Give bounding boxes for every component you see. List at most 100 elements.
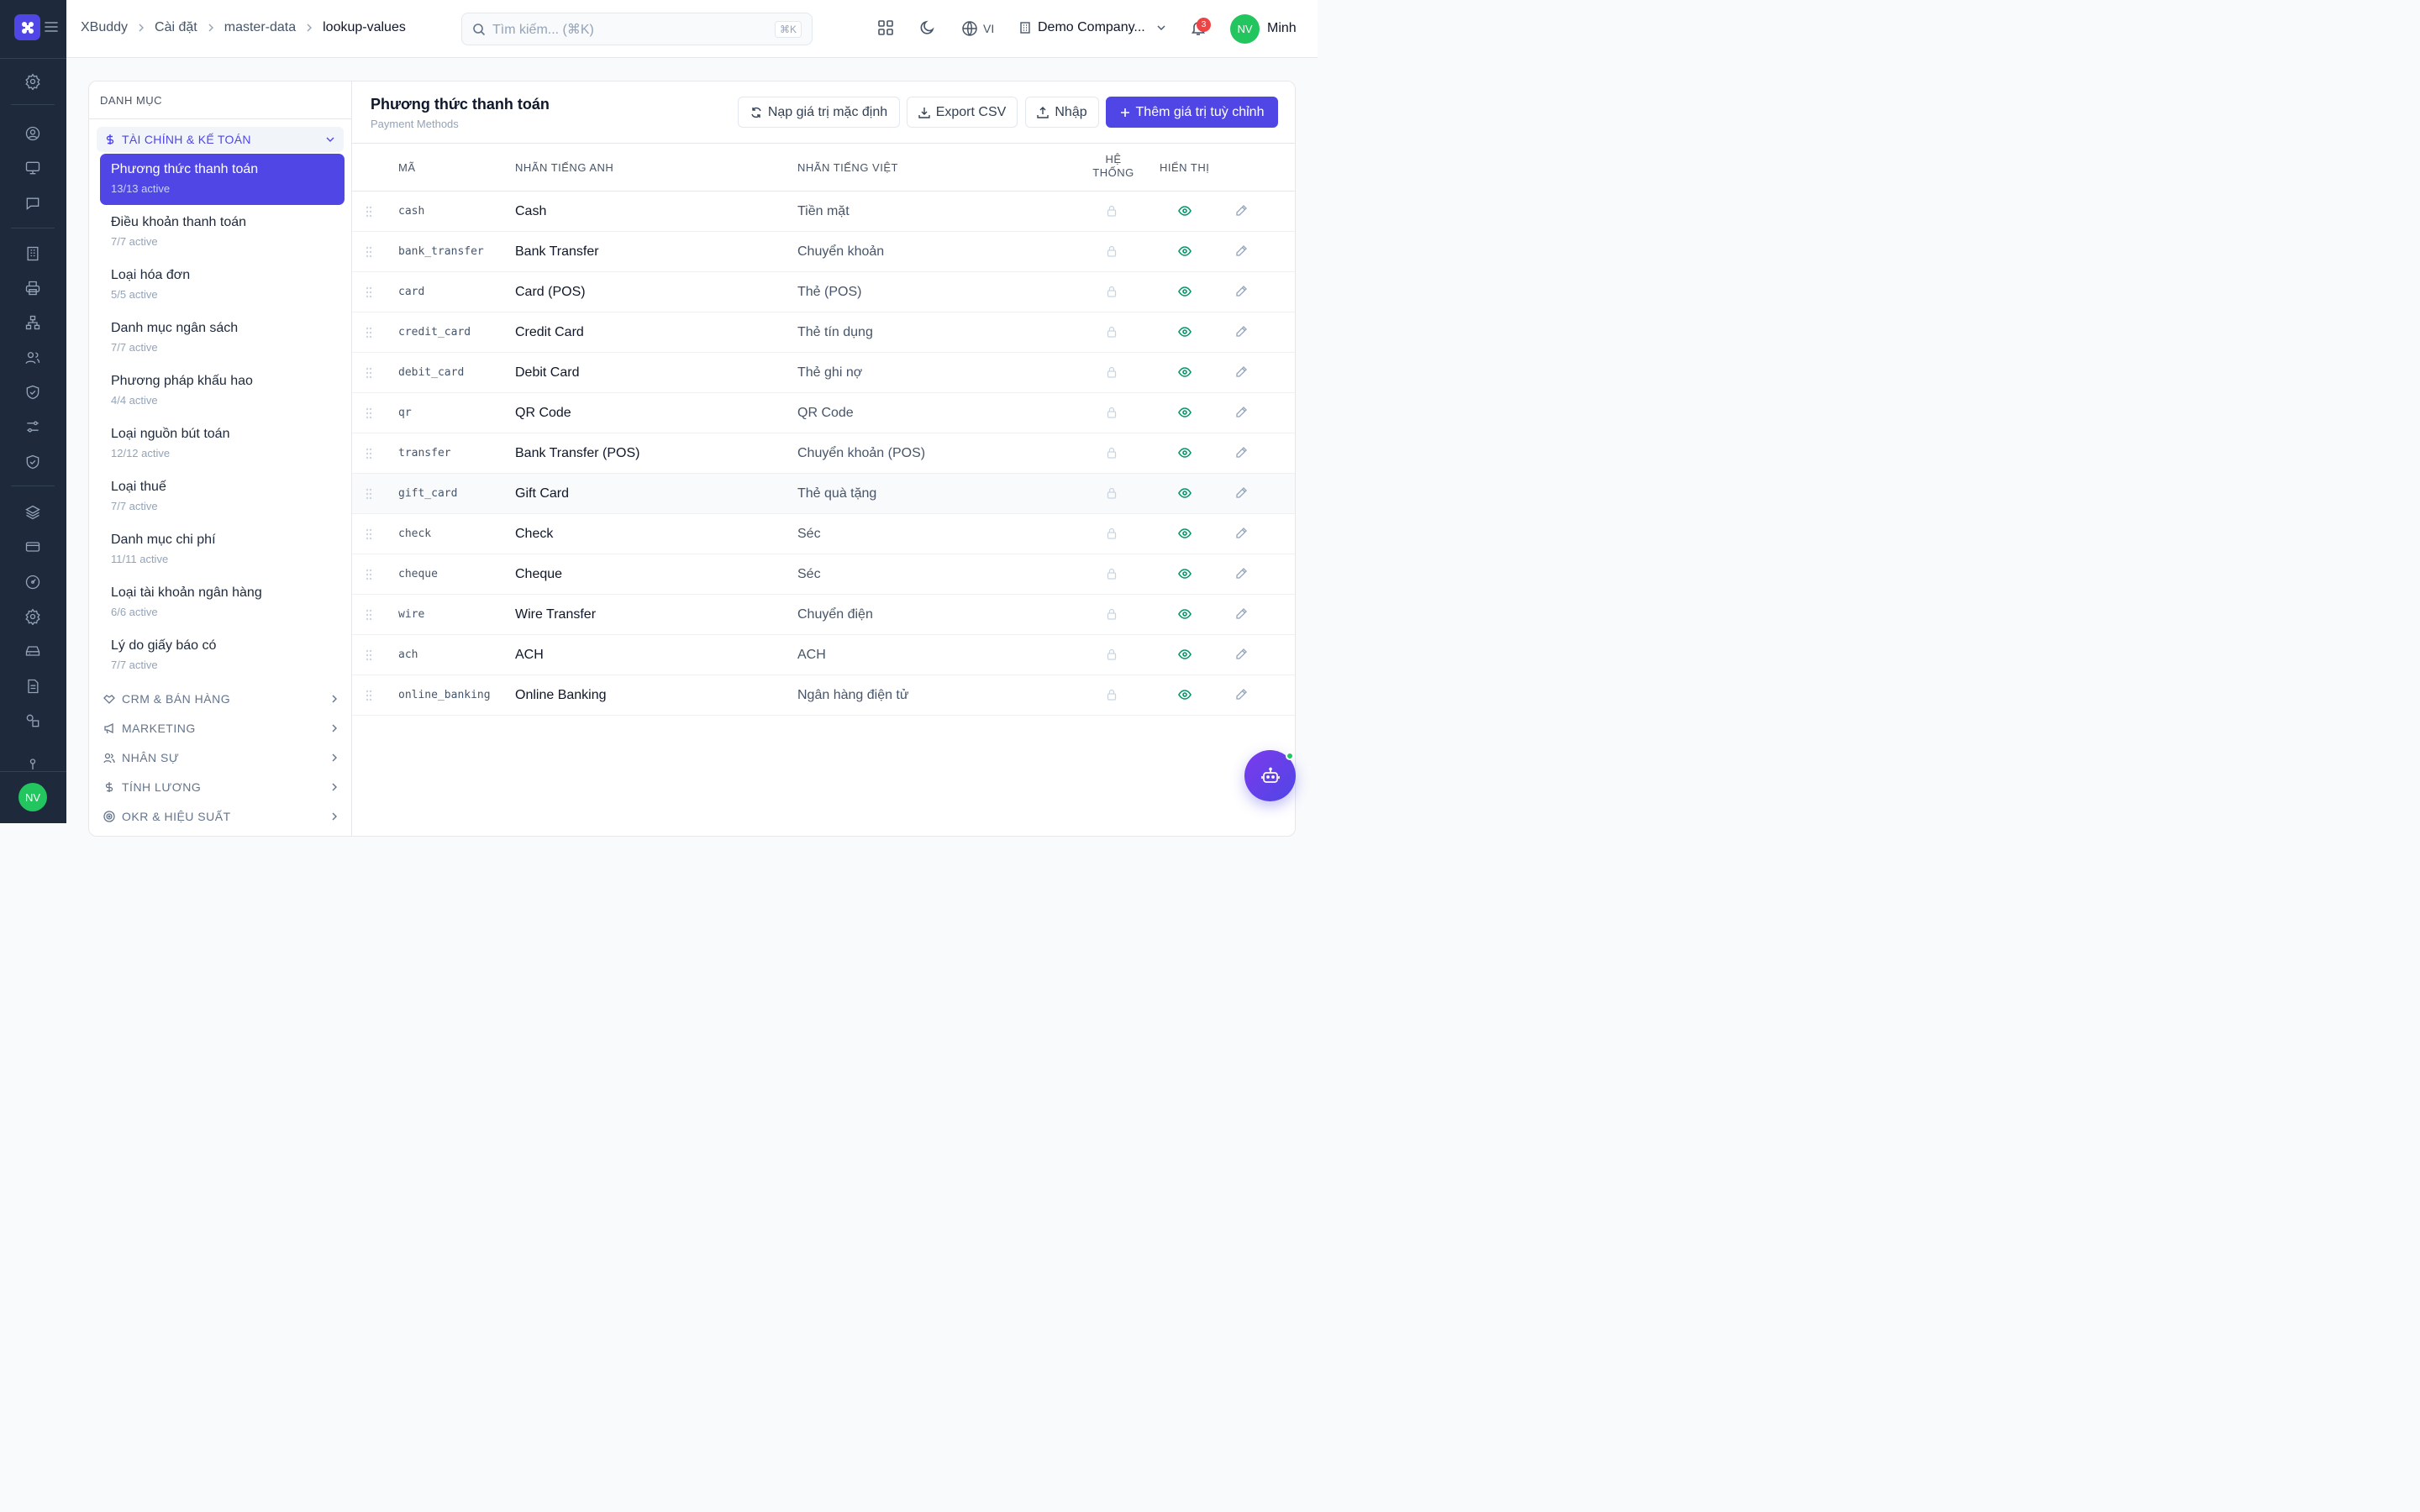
- org-chart-icon[interactable]: [23, 312, 43, 333]
- edit-pencil-icon[interactable]: [1235, 204, 1248, 217]
- category-item[interactable]: Loại thuế 7/7 active: [100, 471, 345, 522]
- table-row[interactable]: gift_card Gift Card Thẻ quà tặng: [352, 474, 1295, 514]
- rail-avatar[interactable]: NV: [18, 783, 47, 811]
- monitor-icon[interactable]: [23, 158, 43, 178]
- building-icon[interactable]: [23, 244, 43, 264]
- table-row[interactable]: check Check Séc: [352, 514, 1295, 554]
- eye-icon[interactable]: [1178, 285, 1192, 298]
- edit-pencil-icon[interactable]: [1235, 285, 1248, 297]
- edit-pencil-icon[interactable]: [1235, 446, 1248, 459]
- eye-icon[interactable]: [1178, 204, 1192, 218]
- reset-defaults-button[interactable]: Nạp giá trị mặc định: [738, 97, 900, 128]
- edit-pencil-icon[interactable]: [1235, 567, 1248, 580]
- eye-icon[interactable]: [1178, 325, 1192, 339]
- category-item[interactable]: Phương pháp khấu hao 4/4 active: [100, 365, 345, 417]
- category-item-payment-methods[interactable]: Phương thức thanh toán 13/13 active: [100, 154, 345, 205]
- eye-icon[interactable]: [1178, 527, 1192, 540]
- hard-drive-icon[interactable]: [23, 641, 43, 661]
- group-hr[interactable]: NHÂN SỰ: [103, 749, 339, 766]
- table-row[interactable]: card Card (POS) Thẻ (POS): [352, 272, 1295, 312]
- drag-handle-icon[interactable]: [366, 246, 372, 258]
- gauge-icon[interactable]: [23, 572, 43, 592]
- eye-icon[interactable]: [1178, 446, 1192, 459]
- column-english-label[interactable]: NHÃN TIẾNG ANH: [515, 161, 613, 174]
- credit-card-icon[interactable]: [23, 537, 43, 557]
- drag-handle-icon[interactable]: [366, 367, 372, 379]
- app-logo-icon[interactable]: [14, 14, 40, 40]
- edit-pencil-icon[interactable]: [1235, 607, 1248, 620]
- gear-icon[interactable]: [23, 606, 43, 627]
- drag-handle-icon[interactable]: [366, 649, 372, 661]
- drag-handle-icon[interactable]: [366, 448, 372, 459]
- breadcrumb-item[interactable]: XBuddy: [81, 20, 128, 35]
- column-visible[interactable]: HIỂN THỊ: [1160, 161, 1209, 174]
- edit-pencil-icon[interactable]: [1235, 365, 1248, 378]
- shapes-icon[interactable]: [23, 711, 43, 731]
- eye-icon[interactable]: [1178, 406, 1192, 419]
- table-row[interactable]: online_banking Online Banking Ngân hàng đi…: [352, 675, 1295, 716]
- edit-pencil-icon[interactable]: [1235, 325, 1248, 338]
- shield-icon[interactable]: [23, 452, 43, 472]
- group-payroll[interactable]: TÍNH LƯƠNG: [103, 779, 339, 795]
- table-row[interactable]: debit_card Debit Card Thẻ ghi nợ: [352, 353, 1295, 393]
- eye-icon[interactable]: [1178, 567, 1192, 580]
- eye-icon[interactable]: [1178, 607, 1192, 621]
- eye-icon[interactable]: [1178, 486, 1192, 500]
- settings-icon[interactable]: [23, 71, 43, 92]
- shield-check-icon[interactable]: [23, 382, 43, 402]
- drag-handle-icon[interactable]: [366, 407, 372, 419]
- table-row[interactable]: transfer Bank Transfer (POS) Chuyển khoản …: [352, 433, 1295, 474]
- drag-handle-icon[interactable]: [366, 286, 372, 298]
- category-item[interactable]: Loại nguồn bút toán 12/12 active: [100, 418, 345, 470]
- user-circle-icon[interactable]: [23, 123, 43, 144]
- category-item[interactable]: Loại tài khoản ngân hàng 6/6 active: [100, 577, 345, 628]
- drag-handle-icon[interactable]: [366, 609, 372, 621]
- layers-icon[interactable]: [23, 502, 43, 522]
- column-vietnamese-label[interactable]: NHÃN TIẾNG VIỆT: [797, 161, 898, 174]
- users-icon[interactable]: [23, 348, 43, 368]
- document-icon[interactable]: [23, 676, 43, 696]
- drag-handle-icon[interactable]: [366, 206, 372, 218]
- breadcrumb-item[interactable]: master-data: [224, 20, 296, 35]
- edit-pencil-icon[interactable]: [1235, 486, 1248, 499]
- edit-pencil-icon[interactable]: [1235, 244, 1248, 257]
- category-item[interactable]: Điều khoản thanh toán 7/7 active: [100, 207, 345, 258]
- drag-handle-icon[interactable]: [366, 690, 372, 701]
- language-switcher[interactable]: VI: [961, 20, 994, 37]
- user-name[interactable]: Minh: [1267, 21, 1297, 36]
- edit-pencil-icon[interactable]: [1235, 406, 1248, 418]
- table-row[interactable]: ach ACH ACH: [352, 635, 1295, 675]
- table-row[interactable]: bank_transfer Bank Transfer Chuyển khoản: [352, 232, 1295, 272]
- message-icon[interactable]: [23, 193, 43, 213]
- group-marketing[interactable]: MARKETING: [103, 720, 339, 737]
- table-row[interactable]: credit_card Credit Card Thẻ tín dụng: [352, 312, 1295, 353]
- category-item[interactable]: Danh mục chi phí 11/11 active: [100, 524, 345, 575]
- breadcrumb-item[interactable]: Cài đặt: [155, 20, 197, 35]
- table-row[interactable]: cash Cash Tiền mặt: [352, 192, 1295, 232]
- edit-pencil-icon[interactable]: [1235, 527, 1248, 539]
- eye-icon[interactable]: [1178, 365, 1192, 379]
- column-code[interactable]: MÃ: [398, 161, 416, 174]
- company-switcher[interactable]: Demo Company...: [1018, 20, 1166, 35]
- export-csv-button[interactable]: Export CSV: [907, 97, 1018, 128]
- search-input[interactable]: Tìm kiếm... (⌘K) ⌘K: [461, 13, 813, 45]
- drag-handle-icon[interactable]: [366, 488, 372, 500]
- group-okr[interactable]: OKR & HIỆU SUẤT: [103, 808, 339, 825]
- category-item[interactable]: Loại hóa đơn 5/5 active: [100, 260, 345, 311]
- add-custom-value-button[interactable]: Thêm giá trị tuỳ chỉnh: [1106, 97, 1278, 128]
- edit-pencil-icon[interactable]: [1235, 688, 1248, 701]
- drag-handle-icon[interactable]: [366, 528, 372, 540]
- user-avatar[interactable]: NV: [1230, 14, 1260, 44]
- table-row[interactable]: qr QR Code QR Code: [352, 393, 1295, 433]
- table-row[interactable]: cheque Cheque Séc: [352, 554, 1295, 595]
- group-finance[interactable]: TÀI CHÍNH & KẾ TOÁN: [97, 127, 344, 152]
- pin-icon[interactable]: [23, 758, 43, 769]
- import-button[interactable]: Nhập: [1025, 97, 1099, 128]
- drag-handle-icon[interactable]: [366, 327, 372, 339]
- sliders-icon[interactable]: [23, 417, 43, 437]
- edit-pencil-icon[interactable]: [1235, 648, 1248, 660]
- drag-handle-icon[interactable]: [366, 569, 372, 580]
- category-item[interactable]: Danh mục ngân sách 7/7 active: [100, 312, 345, 364]
- eye-icon[interactable]: [1178, 244, 1192, 258]
- table-row[interactable]: wire Wire Transfer Chuyển điện: [352, 595, 1295, 635]
